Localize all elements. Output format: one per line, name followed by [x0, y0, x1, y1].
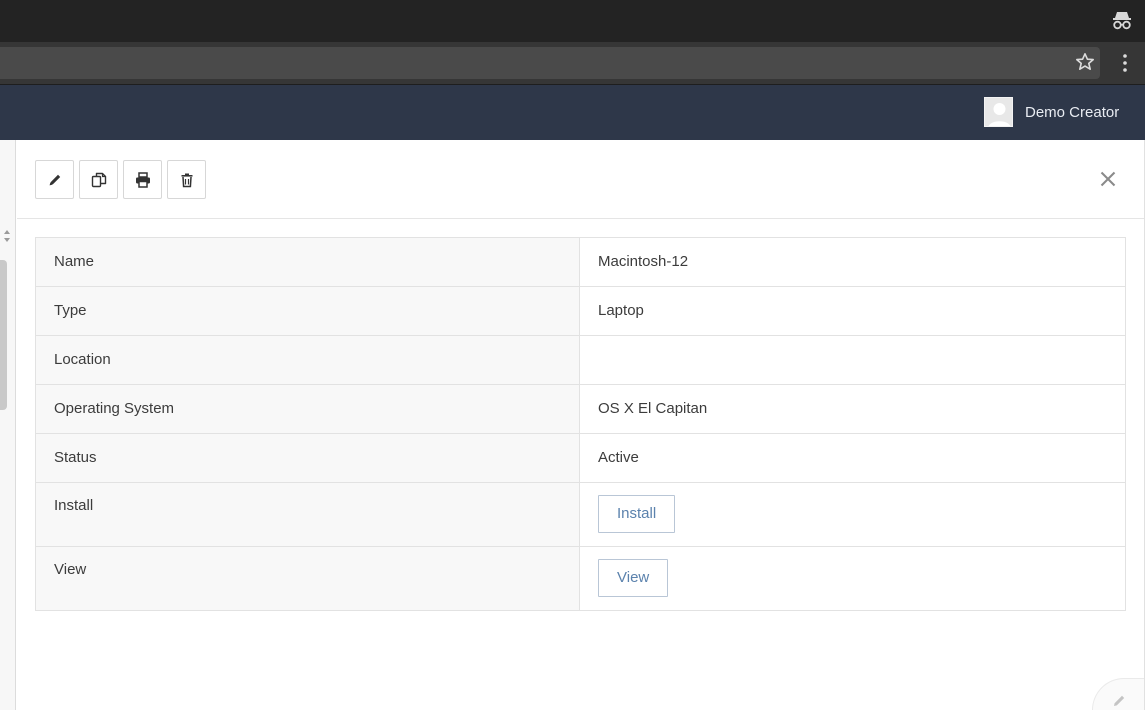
row-label-name: Name [36, 238, 580, 286]
view-button[interactable]: View [598, 559, 669, 597]
table-row: Name Macintosh-12 [36, 238, 1125, 286]
floating-edit-button[interactable] [1092, 678, 1144, 710]
details-table: Name Macintosh-12 Type Laptop Location O… [35, 237, 1126, 611]
user-name[interactable]: Demo Creator [1025, 104, 1119, 121]
table-row: Location [36, 335, 1125, 384]
user-silhouette-icon [985, 98, 1012, 126]
row-label-operating-system: Operating System [36, 385, 580, 433]
table-row: Install Install [36, 482, 1125, 546]
row-value-name: Macintosh-12 [598, 253, 689, 270]
row-value-location [580, 336, 1125, 384]
close-icon[interactable] [1098, 169, 1118, 189]
copy-icon [91, 172, 106, 187]
browser-toolbar [0, 42, 1145, 85]
install-button[interactable]: Install [598, 495, 676, 533]
app-header: Demo Creator [0, 85, 1145, 140]
table-row: Status Active [36, 433, 1125, 482]
pencil-icon [49, 174, 60, 185]
background-list-edge [0, 140, 16, 710]
sort-icon[interactable] [2, 228, 12, 244]
print-icon [135, 171, 150, 188]
row-value-view: View [580, 547, 1125, 610]
table-row: Type Laptop [36, 286, 1125, 335]
browser-menu-icon[interactable] [1121, 52, 1129, 74]
pencil-icon [1114, 695, 1125, 706]
delete-button[interactable] [167, 160, 206, 199]
trash-icon [181, 173, 192, 187]
print-button[interactable] [123, 160, 162, 199]
browser-tab-bar [0, 0, 1145, 42]
row-value-status: Active [598, 449, 639, 466]
bookmark-star-icon[interactable] [1075, 52, 1095, 72]
table-row: Operating System OS X El Capitan [36, 384, 1125, 433]
row-value-operating-system: OS X El Capitan [598, 400, 708, 417]
row-label-status: Status [36, 434, 580, 482]
row-value-install: Install [580, 483, 1125, 546]
row-label-location: Location [36, 336, 580, 384]
edit-button[interactable] [35, 160, 74, 199]
row-label-view: View [36, 547, 580, 610]
panel-toolbar [17, 140, 1144, 219]
table-row: View View [36, 546, 1125, 610]
duplicate-button[interactable] [79, 160, 118, 199]
row-value-type: Laptop [598, 302, 644, 319]
detail-panel: Name Macintosh-12 Type Laptop Location O… [17, 140, 1145, 710]
row-label-install: Install [36, 483, 580, 546]
scrollbar[interactable] [0, 260, 7, 410]
incognito-icon [1113, 12, 1131, 30]
row-label-type: Type [36, 287, 580, 335]
address-bar[interactable] [0, 47, 1100, 79]
avatar[interactable] [984, 97, 1013, 127]
